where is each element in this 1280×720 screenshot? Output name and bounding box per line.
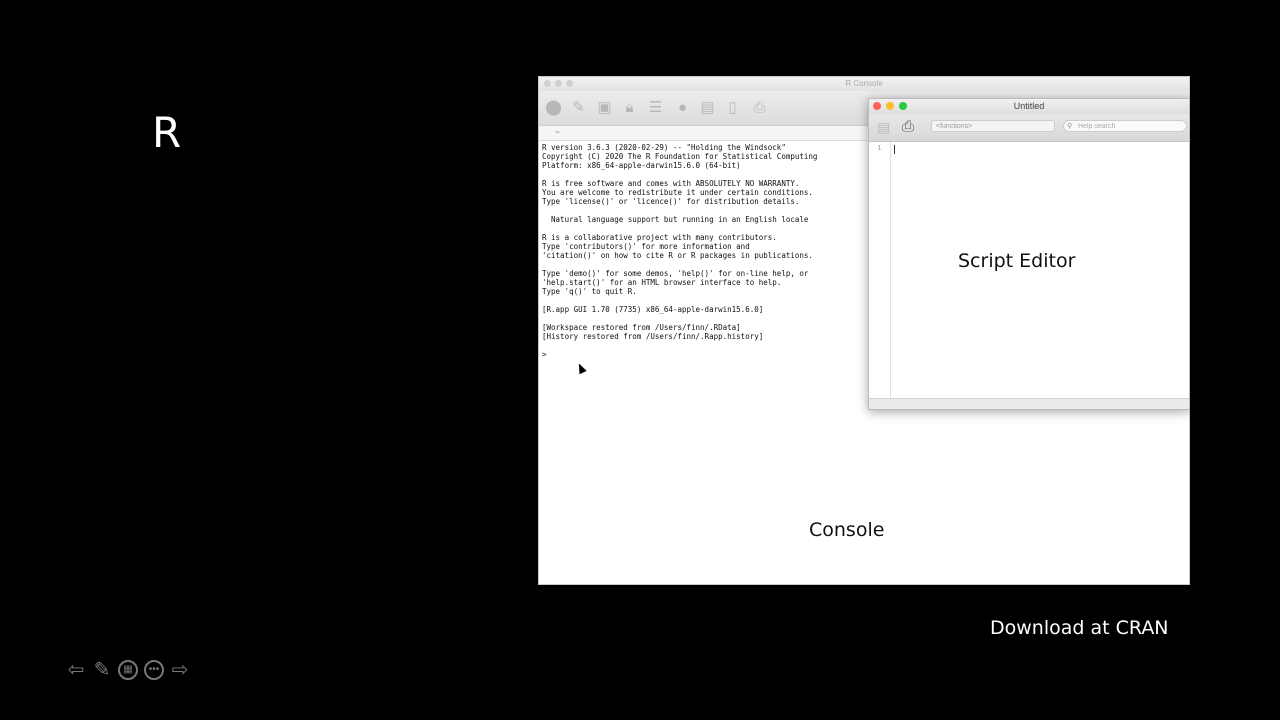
color-icon[interactable]: ● xyxy=(674,99,691,116)
editor-text-area[interactable]: 1 Script Editor xyxy=(869,142,1189,399)
console-output[interactable]: R version 3.6.3 (2020-02-29) -- "Holding… xyxy=(542,143,882,359)
console-window-title: R Console xyxy=(845,79,883,88)
functions-dropdown[interactable]: <functions> xyxy=(931,120,1055,132)
editor-status-bar xyxy=(869,398,1189,409)
console-output-line: Type 'contributors()' for more informati… xyxy=(542,242,750,251)
close-button[interactable] xyxy=(544,80,551,87)
pen-icon[interactable]: ✎ xyxy=(90,658,114,682)
slide-title: R xyxy=(152,108,182,157)
console-output-line: [R.app GUI 1.70 (7735) x86_64-apple-darw… xyxy=(542,305,764,314)
minimize-button[interactable] xyxy=(555,80,562,87)
text-caret xyxy=(894,145,895,154)
print-icon[interactable]: ⎙ xyxy=(751,99,768,116)
console-output-line: You are welcome to redistribute it under… xyxy=(542,188,813,197)
console-label: Console xyxy=(809,519,885,541)
search-icon: ⚲ xyxy=(1067,123,1073,130)
lock-icon[interactable]: 🔒︎ xyxy=(621,99,638,116)
list-icon[interactable]: ☰ xyxy=(647,99,664,116)
help-search-placeholder: Help search xyxy=(1078,123,1116,130)
print-icon[interactable]: ⎙ xyxy=(902,118,914,135)
more-icon[interactable]: ••• xyxy=(144,660,164,680)
image-icon[interactable]: ▣ xyxy=(596,99,613,116)
zoom-button[interactable] xyxy=(899,102,907,110)
console-output-line: R is free software and comes with ABSOLU… xyxy=(542,179,800,188)
editor-titlebar[interactable]: Untitled xyxy=(869,99,1189,114)
help-search-input[interactable]: ⚲ Help search xyxy=(1063,120,1187,132)
console-output-line: Type 'license()' or 'licence()' for dist… xyxy=(542,197,800,206)
editor-toolbar: ▤ ⎙ <functions> ⚲ Help search xyxy=(869,114,1189,142)
script-editor-label: Script Editor xyxy=(958,250,1076,272)
close-button[interactable] xyxy=(873,102,881,110)
console-output-line: [History restored from /Users/finn/.Rapp… xyxy=(542,332,764,341)
editor-window-title: Untitled xyxy=(1013,101,1045,111)
mouse-cursor-icon xyxy=(575,361,587,375)
console-output-line: R version 3.6.3 (2020-02-29) -- "Holding… xyxy=(542,143,786,152)
back-arrow-icon[interactable]: ⇦ xyxy=(64,658,88,682)
console-output-line: [Workspace restored from /Users/finn/.RD… xyxy=(542,323,741,332)
console-output-line: Natural language support but running in … xyxy=(542,215,809,224)
console-output-line: Type 'q()' to quit R. xyxy=(542,287,637,296)
line-number: 1 xyxy=(877,145,882,152)
zoom-button[interactable] xyxy=(566,80,573,87)
console-output-line: Type 'demo()' for some demos, 'help()' f… xyxy=(542,269,809,278)
console-output-line: Platform: x86_64-apple-darwin15.6.0 (64-… xyxy=(542,161,741,170)
working-directory: ~ xyxy=(555,128,560,137)
source-icon[interactable]: ✎ xyxy=(570,99,587,116)
forward-arrow-icon[interactable]: ⇨ xyxy=(168,658,192,682)
source-file-icon[interactable]: ▤ xyxy=(877,119,890,136)
console-output-line: > xyxy=(542,350,547,359)
console-output-line: Copyright (C) 2020 The R Foundation for … xyxy=(542,152,818,161)
stop-icon[interactable]: ⬤ xyxy=(545,99,562,116)
script-editor-window[interactable]: Untitled ▤ ⎙ <functions> ⚲ Help search 1… xyxy=(868,98,1190,410)
doc-icon[interactable]: ▯ xyxy=(724,99,741,116)
download-cran-text: Download at CRAN xyxy=(990,617,1169,639)
slides-icon[interactable]: ▦ xyxy=(118,660,138,680)
minimize-button[interactable] xyxy=(886,102,894,110)
console-output-line: 'citation()' on how to cite R or R packa… xyxy=(542,251,813,260)
console-titlebar[interactable]: R Console xyxy=(539,77,1189,91)
new-doc-icon[interactable]: ▤ xyxy=(699,99,716,116)
console-output-line: 'help.start()' for an HTML browser inter… xyxy=(542,278,782,287)
line-number-gutter: 1 xyxy=(869,142,891,399)
console-output-line: R is a collaborative project with many c… xyxy=(542,233,777,242)
